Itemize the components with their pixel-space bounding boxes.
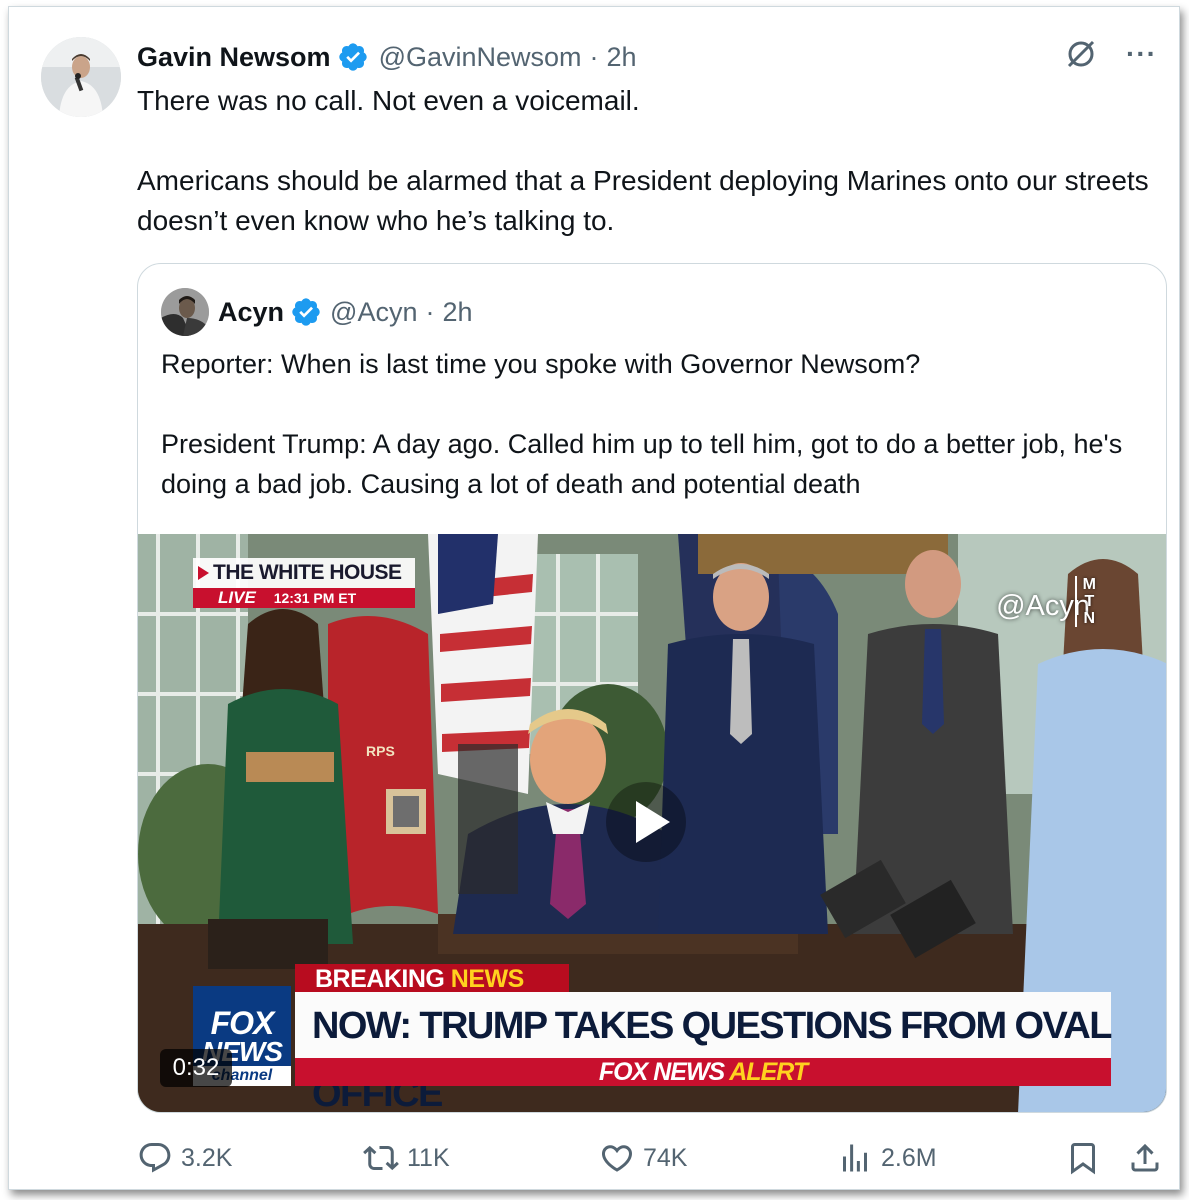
live-location-banner: THE WHITE HOUSE LIVE 12:31 PM ET: [193, 558, 415, 608]
like-count: 74K: [643, 1143, 688, 1172]
tweet-time[interactable]: 2h: [607, 42, 637, 73]
share-button[interactable]: [1127, 1133, 1163, 1183]
author-row: Gavin Newsom @GavinNewsom · 2h: [137, 37, 637, 77]
author-avatar[interactable]: [41, 37, 121, 117]
quote-text-line-1: Reporter: When is last time you spoke wi…: [161, 349, 921, 379]
quote-text-line-2: President Trump: A day ago. Called him u…: [161, 429, 1123, 499]
video-duration-badge: 0:32: [160, 1049, 232, 1087]
breaking-news-label: BREAKING NEWS: [295, 964, 569, 994]
quoted-tweet[interactable]: Acyn @Acyn · 2h Reporter: When is last t…: [137, 263, 1167, 1113]
repost-icon: [363, 1145, 399, 1171]
chyron-headline: NOW: TRUMP TAKES QUESTIONS FROM OVAL OFF…: [295, 992, 1112, 1112]
bookmark-icon: [1071, 1143, 1095, 1175]
tweet-text: There was no call. Not even a voicemail.…: [137, 81, 1157, 241]
news-word: NEWS: [450, 965, 525, 993]
reply-button[interactable]: 3.2K: [137, 1133, 232, 1183]
location-title: THE WHITE HOUSE: [193, 558, 415, 588]
mtn-line-1: M: [1082, 576, 1096, 593]
avatar-image: [41, 37, 121, 117]
flag-text: RPS: [366, 743, 395, 759]
tweet-text-line-2: Americans should be alarmed that a Presi…: [137, 165, 1149, 236]
mtn-logo: M T N: [1074, 576, 1096, 627]
live-time: 12:31 PM ET: [273, 590, 357, 606]
quote-time-separator: ·: [425, 296, 435, 327]
grok-icon[interactable]: [1064, 37, 1098, 71]
repost-button[interactable]: 11K: [363, 1133, 450, 1183]
tweet-card[interactable]: Gavin Newsom @GavinNewsom · 2h ··· There…: [8, 6, 1180, 1190]
views-count: 2.6M: [881, 1143, 937, 1172]
quote-author-handle[interactable]: @Acyn: [330, 297, 417, 328]
live-label: LIVE: [218, 588, 256, 607]
bookmark-button[interactable]: [1065, 1133, 1101, 1183]
header-actions: ···: [1064, 37, 1157, 71]
reply-icon: [139, 1143, 171, 1173]
quote-text: Reporter: When is last time you spoke wi…: [161, 344, 1151, 504]
quote-time[interactable]: 2h: [442, 297, 472, 328]
author-name[interactable]: Gavin Newsom: [137, 42, 331, 73]
mtn-line-2: T: [1084, 593, 1095, 610]
fox-news-alert-bar: FOX NEWS ALERT: [295, 1058, 1111, 1086]
tweet-text-line-1: There was no call. Not even a voicemail.: [137, 85, 640, 116]
quote-author-avatar[interactable]: [161, 288, 209, 336]
share-icon: [1131, 1143, 1159, 1172]
verified-badge-icon: [338, 43, 367, 71]
like-button[interactable]: 74K: [599, 1133, 687, 1183]
more-icon[interactable]: ···: [1126, 40, 1157, 68]
video-player[interactable]: RPS THE WHITE HOUSE LIVE 12:31 PM ET @Ac…: [138, 534, 1166, 1112]
quote-author-name[interactable]: Acyn: [218, 297, 284, 328]
live-row: LIVE 12:31 PM ET: [193, 588, 415, 608]
quote-author-row: Acyn @Acyn · 2h: [218, 292, 473, 332]
views-icon: [843, 1144, 867, 1172]
quote-avatar-image: [161, 288, 209, 336]
views-button[interactable]: 2.6M: [837, 1133, 937, 1183]
play-icon[interactable]: [606, 782, 686, 862]
fox-logo-line-1: FOX: [210, 1005, 275, 1041]
reply-count: 3.2K: [181, 1143, 233, 1172]
alert-word: ALERT: [729, 1058, 808, 1086]
like-icon: [601, 1145, 633, 1172]
repost-count: 11K: [407, 1143, 450, 1172]
author-handle[interactable]: @GavinNewsom: [379, 42, 582, 73]
tweet-action-bar: 3.2K 11K 74K 2.6M: [137, 1133, 1167, 1183]
mtn-line-3: N: [1083, 610, 1096, 627]
breaking-word: BREAKING: [315, 965, 445, 993]
time-separator: ·: [589, 41, 599, 72]
alert-brand: FOX NEWS: [598, 1058, 725, 1086]
quote-verified-badge-icon: [292, 298, 320, 326]
